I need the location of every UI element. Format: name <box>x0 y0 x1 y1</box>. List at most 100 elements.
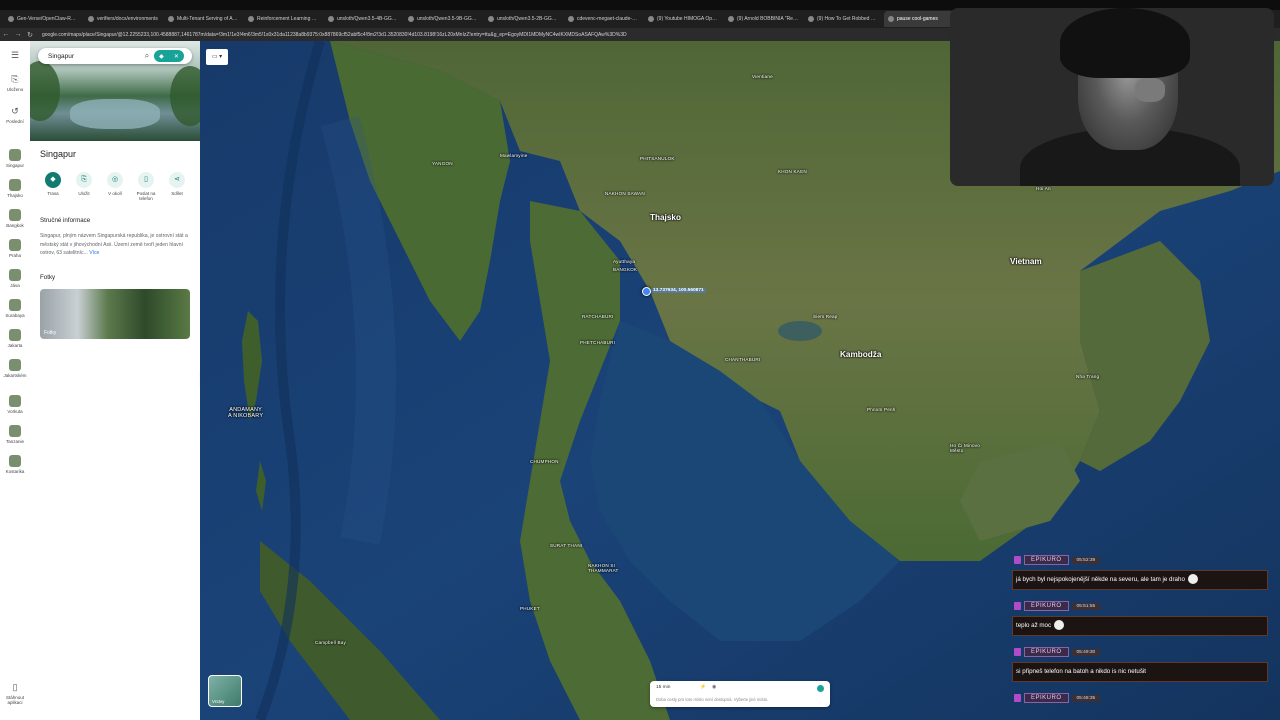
chat-message-text: si připneš telefon na batoh a nikdo is n… <box>1016 668 1147 675</box>
chat-timestamp: 05:48:35 <box>1071 694 1101 702</box>
rail-item[interactable]: ⎘ Uloženo <box>0 73 30 92</box>
label-siem-reap: Siem Reap <box>813 314 838 319</box>
rail-item[interactable]: Surabaya <box>0 299 30 318</box>
tab-favicon-icon <box>328 16 334 22</box>
phone-icon: ▯ <box>12 682 18 692</box>
recent-place-thumbnail <box>9 359 21 371</box>
forward-icon[interactable]: → <box>12 31 24 38</box>
tab-favicon-icon <box>888 16 894 22</box>
chat-timestamp: 05:52:39 <box>1071 556 1101 564</box>
label-nakhon: NAKHON SI THAMMARAT <box>588 563 619 573</box>
layer-toggle-button[interactable]: ▭ ▾ <box>206 49 228 65</box>
chat-message-text: teplo až moc <box>1016 622 1052 629</box>
label-ratchaburi: RATCHABURI <box>582 314 614 319</box>
browser-tab[interactable]: unsloth/Qwen3.5-9B-GGUF <box>404 11 482 27</box>
close-icon[interactable]: ✕ <box>174 53 179 60</box>
directions-icon[interactable]: ◆ <box>159 53 164 60</box>
browser-tab[interactable]: Reinforcement Learning (RL) fo <box>244 11 322 27</box>
travel-note: Doba cesty pro toto místo není dostupná.… <box>656 697 769 702</box>
rail-item[interactable]: Jakarta <box>0 329 30 348</box>
summary-body: Singapur, plným názvem Singapurská repub… <box>40 233 188 256</box>
car-icon[interactable]: ◉ <box>712 684 716 690</box>
subscriber-badge-icon <box>1014 556 1021 564</box>
nearby-icon: ◎ <box>107 172 123 188</box>
bookmark-icon: ⎘ <box>76 172 92 188</box>
search-input[interactable] <box>46 51 140 61</box>
photos-thumbnail[interactable]: Fotky <box>40 289 190 339</box>
rail-item[interactable]: Jakartském <box>0 359 30 378</box>
recent-place-thumbnail <box>9 299 21 311</box>
browser-tab[interactable]: (9) How To Get Robbed By Mo <box>804 11 882 27</box>
recent-place-thumbnail <box>9 329 21 341</box>
browser-tab[interactable]: unsloth/Qwen3.5-4B-GGUF <box>324 11 402 27</box>
chat-message-text: já bych byl nejspokojenější někde na sev… <box>1016 576 1185 583</box>
label-andaman: ANDAMANY A NIKOBARY <box>228 407 264 419</box>
history-icon: ↺ <box>11 106 19 116</box>
browser-tab[interactable]: cdevenc-megaet-claude-code <box>564 11 642 27</box>
chat-message-body: já bych byl nejspokojenější někde na sev… <box>1012 570 1268 590</box>
action-nearby-button[interactable]: ◎ V okolí <box>100 172 130 201</box>
browser-tab[interactable]: (9) Arnold BOBBINIA "Recom <box>724 11 802 27</box>
rail-item[interactable]: Singapur <box>0 149 30 168</box>
more-link[interactable]: Více <box>89 250 99 256</box>
location-pin-icon[interactable] <box>642 287 651 296</box>
rail-item-label: Uloženo <box>6 87 24 92</box>
label-phitsanulok: PHITSANULOK <box>640 156 675 161</box>
label-nha-trang: Nha Trang <box>1076 374 1100 379</box>
travel-toggle-icon[interactable] <box>817 685 824 692</box>
rail-item[interactable]: Bangkok <box>0 209 30 228</box>
tab-favicon-icon <box>408 16 414 22</box>
rail-item[interactable]: ↺ Poslední <box>0 105 30 124</box>
rail-item[interactable]: Vorkuta <box>0 395 30 414</box>
layers-button[interactable]: Vrstvy <box>208 675 242 707</box>
tab-label: cdevenc-megaet-claude-code <box>577 16 638 22</box>
action-share-button[interactable]: ⋖ Sdílet <box>162 172 192 201</box>
chat-timestamp: 05:49:30 <box>1071 648 1101 656</box>
bookmark-icon: ⎘ <box>11 74 19 84</box>
rail-item-label: Kostarika <box>5 469 25 474</box>
rail-item[interactable]: Jáva <box>0 269 30 288</box>
url-field[interactable]: google.com/maps/place/Singapur/@12.22552… <box>42 32 942 38</box>
rail-item-label: Praha <box>8 253 21 258</box>
rail-item-label: Vorkuta <box>7 409 23 414</box>
search-icon[interactable]: ⌕ <box>140 51 154 61</box>
rail-item[interactable]: ▯ Stáhnout aplikaci <box>0 681 30 705</box>
travel-time-select[interactable]: 15 min <box>656 685 670 690</box>
label-ho-chi-minh: Ho Či Minovo Město <box>950 443 980 453</box>
label-mawlamyine: Mawlamyine <box>500 153 528 158</box>
tab-label: verifiers/docs/environments <box>97 16 158 22</box>
browser-tab[interactable]: Multi-Tenant Serving of Adapt <box>164 11 242 27</box>
tab-favicon-icon <box>488 16 494 22</box>
tab-label: Multi-Tenant Serving of Adapt <box>177 16 238 22</box>
back-icon[interactable]: ← <box>0 31 12 38</box>
chat-message-body: teplo až moc <box>1012 616 1268 636</box>
rail-item[interactable]: Thajsko <box>0 179 30 198</box>
rail-item[interactable]: Kostarika <box>0 455 30 474</box>
rail-item[interactable]: Praha <box>0 239 30 258</box>
rail-item[interactable]: Tanzanie <box>0 425 30 444</box>
chat-message-body: si připneš telefon na batoh a nikdo is n… <box>1012 662 1268 682</box>
tab-label: Gen-Verse/OpenClaw-RL: Open <box>17 16 78 22</box>
search-box: ⌕ ◆ ✕ <box>38 48 192 64</box>
label-chanthaburi: CHANTHABURI <box>725 357 761 362</box>
rail-item-label: Jakarta <box>7 343 23 348</box>
browser-tab[interactable]: verifiers/docs/environments <box>84 11 162 27</box>
recent-place-thumbnail <box>9 149 21 161</box>
action-label: Trasa <box>47 191 59 196</box>
browser-tab[interactable]: unsloth/Qwen3.5-2B-GGUF <box>484 11 562 27</box>
chat-message-header: EPIKURO 05:49:30 <box>1014 647 1101 657</box>
rail-item[interactable]: ☰ <box>0 49 30 63</box>
reload-icon[interactable]: ↻ <box>24 31 36 39</box>
action-directions-button[interactable]: ◆ Trasa <box>38 172 68 201</box>
place-panel: ⌕ ◆ ✕ Singapur ◆ Trasa ⎘ Uložit ◎ V okolí ▯ Pos… <box>30 41 200 720</box>
browser-tab[interactable]: Gen-Verse/OpenClaw-RL: Open <box>4 11 82 27</box>
travel-time-widget: 15 min ⚡ ◉ Doba cesty pro toto místo nen… <box>650 681 830 707</box>
action-bookmark-button[interactable]: ⎘ Uložit <box>69 172 99 201</box>
recent-place-thumbnail <box>9 239 21 251</box>
action-phone-button[interactable]: ▯ Poslat na telefon <box>131 172 161 201</box>
action-label: Uložit <box>78 191 90 196</box>
browser-tab[interactable]: (9) Youtube HIMOGA Opening <box>644 11 722 27</box>
summary-heading: Stručné informace <box>40 217 91 224</box>
menu-icon: ☰ <box>10 50 20 60</box>
transit-icon[interactable]: ⚡ <box>700 684 706 690</box>
